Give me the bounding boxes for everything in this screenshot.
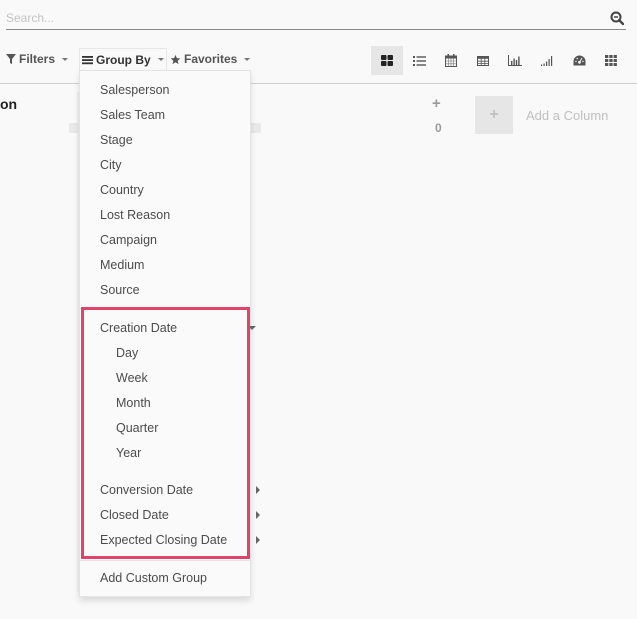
filters-label: Filters <box>19 52 56 66</box>
caret-down-icon <box>244 57 251 61</box>
groupby-option-source[interactable]: Source <box>100 283 140 297</box>
groupby-option-lost-reason[interactable]: Lost Reason <box>100 208 170 222</box>
dashboard-icon <box>573 55 585 66</box>
caret-right-icon <box>256 511 260 519</box>
groupby-option-conversion-date[interactable]: Conversion Date <box>100 483 260 497</box>
menu-divider <box>80 308 250 309</box>
kanban-icon <box>381 55 393 66</box>
bars-icon <box>82 55 93 64</box>
dashboard-view-button[interactable] <box>563 46 595 75</box>
groupby-option-closed-date[interactable]: Closed Date <box>100 508 260 522</box>
signal-icon <box>541 56 553 66</box>
quick-create-icon[interactable]: + <box>432 95 441 112</box>
pivot-table-icon <box>477 55 489 66</box>
groupby-option-city[interactable]: City <box>100 158 122 172</box>
menu-divider <box>80 560 250 561</box>
groupby-option-country[interactable]: Country <box>100 183 144 197</box>
caret-down-icon <box>248 326 256 330</box>
caret-down-icon <box>157 58 164 61</box>
conversion-date-label: Conversion Date <box>100 483 194 497</box>
interval-option-day[interactable]: Day <box>116 346 138 360</box>
creation-date-label: Creation Date <box>100 321 178 335</box>
group-by-button[interactable]: Group By <box>79 48 167 70</box>
activity-view-button[interactable] <box>595 46 627 75</box>
groupby-option-stage[interactable]: Stage <box>100 133 133 147</box>
group-by-label: Group By <box>96 52 151 67</box>
groupby-option-medium[interactable]: Medium <box>100 258 144 272</box>
caret-right-icon <box>256 486 260 494</box>
search-icon[interactable] <box>610 11 624 25</box>
add-column-button[interactable]: + <box>475 96 513 134</box>
pivot-view-button[interactable] <box>467 46 499 75</box>
groupby-option-sales-team[interactable]: Sales Team <box>100 108 165 122</box>
interval-option-quarter[interactable]: Quarter <box>116 421 158 435</box>
search-toolbar: Filters Group By Favorites <box>0 46 637 75</box>
grid-icon <box>605 55 617 66</box>
favorites-label: Favorites <box>184 52 238 66</box>
expected-closing-date-label: Expected Closing Date <box>100 533 228 547</box>
interval-option-year[interactable]: Year <box>116 446 141 460</box>
kanban-progress-bar-end <box>250 123 261 133</box>
list-view-button[interactable] <box>403 46 435 75</box>
graph-view-button[interactable] <box>499 46 531 75</box>
groupby-option-creation-date[interactable]: Creation Date <box>100 321 256 335</box>
closed-date-label: Closed Date <box>100 508 169 522</box>
add-custom-group-button[interactable]: Add Custom Group <box>100 571 207 585</box>
kanban-view-button[interactable] <box>371 46 403 75</box>
kanban-column-title: on <box>0 96 18 112</box>
list-icon <box>412 55 426 66</box>
add-column-label[interactable]: Add a Column <box>526 108 608 123</box>
groupby-option-expected-closing-date[interactable]: Expected Closing Date <box>100 533 260 547</box>
filter-icon <box>6 54 16 64</box>
star-icon <box>170 54 181 64</box>
view-switcher <box>371 46 627 75</box>
calendar-icon <box>445 54 457 67</box>
groupby-option-salesperson[interactable]: Salesperson <box>100 83 170 97</box>
groupby-option-campaign[interactable]: Campaign <box>100 233 157 247</box>
interval-option-month[interactable]: Month <box>116 396 151 410</box>
caret-right-icon <box>256 536 260 544</box>
group-by-dropdown: Salesperson Sales Team Stage City Countr… <box>79 70 260 597</box>
bar-chart-icon <box>508 55 522 66</box>
plus-icon: + <box>489 106 499 123</box>
search-bar <box>6 6 626 30</box>
favorites-button[interactable]: Favorites <box>170 48 251 70</box>
cohort-view-button[interactable] <box>531 46 563 75</box>
calendar-view-button[interactable] <box>435 46 467 75</box>
interval-option-week[interactable]: Week <box>116 371 148 385</box>
search-input[interactable] <box>6 9 596 27</box>
caret-down-icon <box>62 57 69 61</box>
filters-button[interactable]: Filters <box>6 48 69 70</box>
column-count: 0 <box>435 121 442 135</box>
